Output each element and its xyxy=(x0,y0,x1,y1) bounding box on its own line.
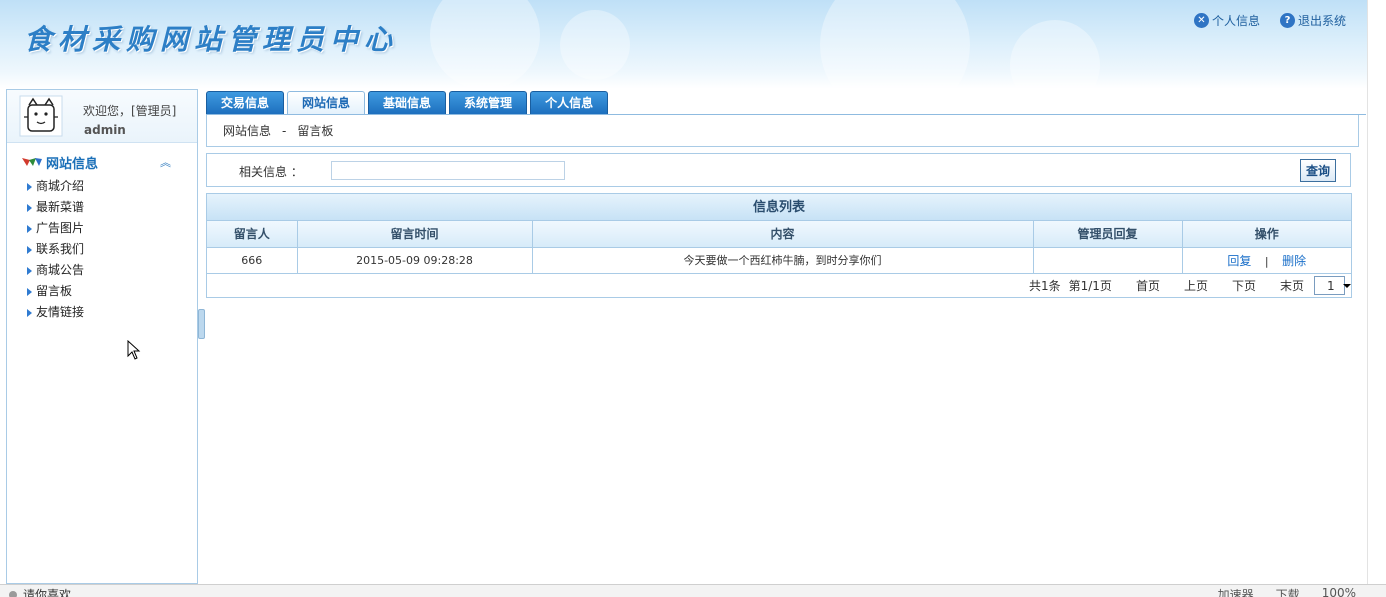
help-circle-icon: ? xyxy=(1279,13,1295,28)
sidebar-item-label: 最新菜谱 xyxy=(36,200,85,214)
first-page-link[interactable]: 首页 xyxy=(1136,277,1160,294)
tab-basic-info[interactable]: 基础信息 xyxy=(368,91,447,114)
pagination: 共1条 第1/1页 首页 上页 下页 末页 1 xyxy=(207,274,1351,298)
close-circle-icon: ✕ xyxy=(1193,13,1209,28)
header-decoration xyxy=(560,10,630,80)
sidebar-item-label: 商城介绍 xyxy=(36,179,85,193)
breadcrumb: 网站信息 - 留言板 xyxy=(206,115,1359,147)
status-text: 请你喜欢 xyxy=(23,588,72,597)
sidebar-item-friend-links[interactable]: 友情链接 xyxy=(27,302,84,323)
status-zoom[interactable]: 100% xyxy=(1322,586,1356,597)
browser-status-bar: 请你喜欢 加速器 下载 100% xyxy=(0,584,1386,597)
status-right: 加速器 下载 100% xyxy=(1218,586,1356,597)
profile-link[interactable]: ✕ 个人信息 xyxy=(1193,12,1260,29)
breadcrumb-separator: - xyxy=(282,123,287,138)
sidebar-item-label: 商城公告 xyxy=(36,263,85,277)
logout-link[interactable]: ? 退出系统 xyxy=(1279,12,1346,29)
header-links: ✕ 个人信息 ? 退出系统 xyxy=(1193,12,1346,29)
logout-link-label: 退出系统 xyxy=(1297,14,1346,28)
header-decoration xyxy=(1010,20,1100,89)
profile-link-label: 个人信息 xyxy=(1211,14,1260,28)
sidebar-item-mall-intro[interactable]: 商城介绍 xyxy=(27,176,84,197)
colored-flag-icon xyxy=(22,158,42,166)
page-select-value: 1 xyxy=(1327,278,1335,293)
prev-page-link[interactable]: 上页 xyxy=(1184,277,1208,294)
message-table-panel: 信息列表 留言人 留言时间 内容 管理员回复 操作 666 2015-05-09… xyxy=(206,193,1352,298)
page-right-edge xyxy=(1367,0,1386,584)
chevron-down-icon xyxy=(1342,283,1351,288)
status-accelerator[interactable]: 加速器 xyxy=(1218,586,1254,597)
sidebar-item-contact[interactable]: 联系我们 xyxy=(27,239,84,260)
mouse-pointer-icon xyxy=(127,340,141,360)
cell-content: 今天要做一个西红柿牛腩，到时分享你们 xyxy=(531,246,1034,274)
welcome-text: 欢迎您，[管理员] xyxy=(83,104,177,118)
total-count: 共1条 xyxy=(1028,279,1061,293)
search-panel: 相关信息 ： 查询 xyxy=(206,153,1351,187)
page-select[interactable]: 1 xyxy=(1314,276,1351,295)
sidebar-item-message-board[interactable]: 留言板 xyxy=(27,281,84,302)
site-header: 食材采购网站管理员中心 ✕ 个人信息 ? 退出系统 xyxy=(0,0,1367,89)
sidebar-section-header[interactable]: 网站信息 ︽ xyxy=(21,153,171,172)
sidebar-item-announcements[interactable]: 商城公告 xyxy=(27,260,84,281)
sidebar-item-ad-images[interactable]: 广告图片 xyxy=(27,218,84,239)
cell-actions: 回复 | 删除 xyxy=(1181,246,1351,274)
breadcrumb-parent: 网站信息 xyxy=(223,124,272,138)
main-tabs: 交易信息 网站信息 基础信息 系统管理 个人信息 xyxy=(206,91,609,115)
triangle-right-icon xyxy=(27,182,32,191)
action-separator: | xyxy=(1264,254,1269,268)
sidebar-item-label: 联系我们 xyxy=(36,242,85,256)
breadcrumb-current: 留言板 xyxy=(297,124,334,138)
delete-link[interactable]: 删除 xyxy=(1282,254,1306,268)
tab-personal-info[interactable]: 个人信息 xyxy=(530,91,609,114)
search-button[interactable]: 查询 xyxy=(1300,159,1336,182)
column-header: 管理员回复 xyxy=(1032,221,1183,248)
column-header: 留言人 xyxy=(207,221,298,248)
cell-reply xyxy=(1032,246,1183,274)
last-page-link[interactable]: 末页 xyxy=(1280,277,1304,294)
triangle-right-icon xyxy=(27,224,32,233)
column-header: 操作 xyxy=(1181,221,1351,248)
cell-author: 666 xyxy=(207,246,298,274)
sidebar-menu: 商城介绍 最新菜谱 广告图片 联系我们 商城公告 留言板 友情链接 xyxy=(27,176,84,323)
triangle-right-icon xyxy=(27,287,32,296)
table-caption: 信息列表 xyxy=(207,194,1351,221)
search-input[interactable] xyxy=(331,161,565,180)
column-header: 留言时间 xyxy=(296,221,533,248)
sidebar-item-recipes[interactable]: 最新菜谱 xyxy=(27,197,84,218)
collapse-icon[interactable]: ︽ xyxy=(160,154,171,170)
sidebar-splitter-handle[interactable] xyxy=(198,309,205,339)
triangle-right-icon xyxy=(27,203,32,212)
username: admin xyxy=(84,123,126,137)
table-row: 666 2015-05-09 09:28:28 今天要做一个西红柿牛腩，到时分享… xyxy=(207,246,1351,274)
status-download[interactable]: 下载 xyxy=(1276,586,1300,597)
status-dot-icon xyxy=(9,590,17,597)
search-label: 相关信息 ： xyxy=(239,165,303,179)
user-info: 欢迎您，[管理员] admin xyxy=(7,90,197,143)
triangle-right-icon xyxy=(27,308,32,317)
tab-system-admin[interactable]: 系统管理 xyxy=(449,91,528,114)
triangle-right-icon xyxy=(27,266,32,275)
sidebar-item-label: 广告图片 xyxy=(36,221,85,235)
left-sidebar: 欢迎您，[管理员] admin 网站信息 ︽ 商城介绍 最新菜谱 广告图片 联系… xyxy=(6,89,198,584)
sidebar-section-label: 网站信息 xyxy=(46,156,99,172)
header-decoration xyxy=(430,0,540,89)
page-info: 第1/1页 xyxy=(1068,279,1112,293)
triangle-right-icon xyxy=(27,245,32,254)
cell-time: 2015-05-09 09:28:28 xyxy=(296,246,533,274)
table-header-row: 留言人 留言时间 内容 管理员回复 操作 xyxy=(207,221,1351,248)
sidebar-item-label: 留言板 xyxy=(36,284,73,298)
reply-link[interactable]: 回复 xyxy=(1227,254,1251,268)
tab-transactions[interactable]: 交易信息 xyxy=(206,91,285,114)
status-left: 请你喜欢 xyxy=(9,586,71,597)
avatar xyxy=(19,95,63,137)
header-decoration xyxy=(820,0,970,89)
tab-site-info[interactable]: 网站信息 xyxy=(287,91,366,115)
site-title: 食材采购网站管理员中心 xyxy=(24,23,399,56)
message-table: 留言人 留言时间 内容 管理员回复 操作 666 2015-05-09 09:2… xyxy=(207,221,1351,274)
column-header: 内容 xyxy=(531,221,1034,248)
next-page-link[interactable]: 下页 xyxy=(1232,277,1256,294)
sidebar-item-label: 友情链接 xyxy=(36,305,85,319)
